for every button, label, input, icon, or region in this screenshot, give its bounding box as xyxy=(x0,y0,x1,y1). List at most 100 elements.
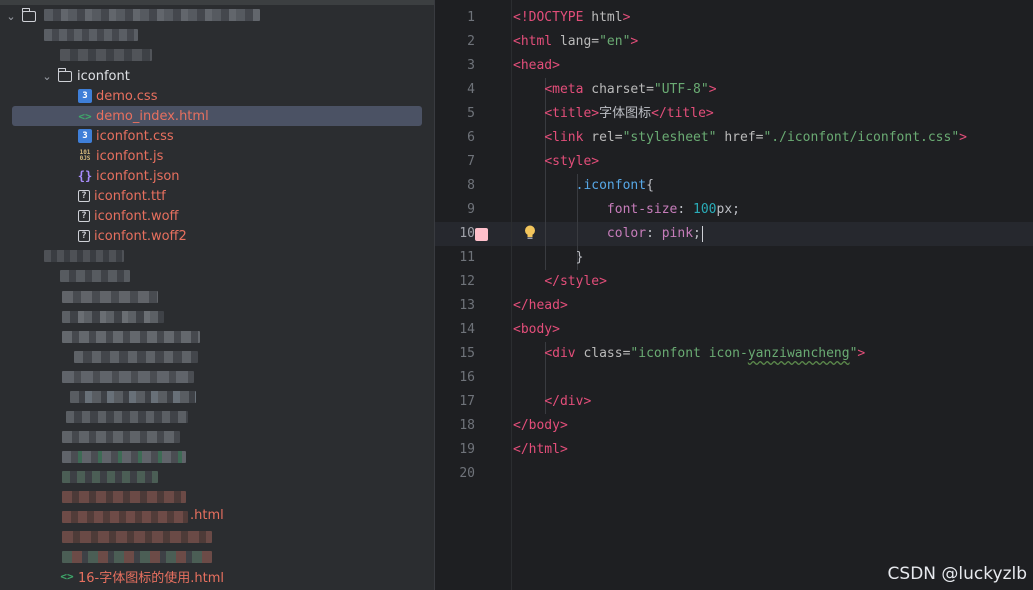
line-number: 3 xyxy=(467,58,475,73)
tree-file-5[interactable]: ? iconfont.ttf xyxy=(78,186,166,206)
folder-icon xyxy=(22,7,36,22)
code-line-8: .iconfont{ xyxy=(575,178,654,193)
unknown-file-icon: ? xyxy=(78,190,90,202)
file-label: iconfont.json xyxy=(96,168,180,184)
code-line-10: color: pink; xyxy=(513,222,967,246)
tree-file-1[interactable]: <> demo_index.html xyxy=(12,106,422,126)
code-line-12: </style> xyxy=(544,274,607,289)
code-line-9: font-size: 100px; xyxy=(606,202,740,217)
line-number: 10 xyxy=(459,226,475,241)
unknown-file-icon: ? xyxy=(78,230,90,242)
code-line-13: </head> xyxy=(513,298,568,313)
file-label: iconfont.woff xyxy=(94,208,179,224)
line-number: 20 xyxy=(459,466,475,481)
file-label: iconfont.js xyxy=(96,148,164,164)
blurred-text xyxy=(62,311,164,323)
line-number: 8 xyxy=(467,178,475,193)
folder-label: iconfont xyxy=(77,68,130,84)
code-line-17: </div> xyxy=(544,394,592,409)
line-number: 5 xyxy=(467,106,475,121)
watermark: CSDN @luckyzlb xyxy=(887,564,1027,584)
blurred-text xyxy=(74,351,198,363)
blurred-text xyxy=(62,371,194,383)
line-number: 1 xyxy=(467,10,475,25)
html-file-icon: <> xyxy=(78,109,92,123)
code-line-14: <body> xyxy=(513,322,560,337)
tree-file-16[interactable]: <> 16-字体图标的使用.html xyxy=(60,566,224,586)
project-tree[interactable]: ⌄ ⌄ iconfont 3 demo.css <> demo_index.html 3… xyxy=(0,0,435,590)
code-line-6: <link rel="stylesheet" href="./iconfont/… xyxy=(544,130,967,145)
line-number: 14 xyxy=(459,322,475,337)
unknown-file-icon: ? xyxy=(78,210,90,222)
js-file-icon: 101 0JS xyxy=(79,149,91,162)
blurred-text xyxy=(66,411,188,423)
code-line-1: <!DOCTYPE html> xyxy=(513,10,631,25)
file-label: iconfont.css xyxy=(96,128,174,144)
blurred-text xyxy=(62,291,158,303)
file-label: 16-字体图标的使用.html xyxy=(78,570,224,586)
code-line-11: } xyxy=(575,250,584,265)
tree-file-2[interactable]: 3 iconfont.css xyxy=(78,126,174,146)
blurred-text xyxy=(62,551,212,563)
blurred-text xyxy=(62,471,158,483)
tree-file-7[interactable]: ? iconfont.woff2 xyxy=(78,226,187,246)
line-number: 6 xyxy=(467,130,475,145)
code-editor[interactable]: 1 2 3 4 5 6 7 8 9 10 11 12 13 14 15 16 17 18 19 20 <!DOCTYP… xyxy=(435,0,1033,590)
text-caret xyxy=(701,225,704,242)
blurred-text xyxy=(62,491,186,503)
line-number: 9 xyxy=(467,202,475,217)
line-number: 17 xyxy=(459,394,475,409)
folder-icon xyxy=(58,67,72,82)
tree-root-row[interactable]: ⌄ xyxy=(4,6,41,26)
blurred-text xyxy=(62,431,180,443)
line-number: 15 xyxy=(459,346,475,361)
blurred-text xyxy=(44,29,138,41)
blurred-text xyxy=(62,511,188,523)
code-line-7: <style> xyxy=(544,154,600,169)
line-number: 4 xyxy=(467,82,475,97)
chevron-down-icon[interactable]: ⌄ xyxy=(4,9,18,23)
tree-folder-iconfont[interactable]: ⌄ iconfont xyxy=(40,66,130,86)
json-file-icon: {} xyxy=(77,169,93,183)
ide-window: ⌄ ⌄ iconfont 3 demo.css <> demo_index.html 3… xyxy=(0,0,1033,590)
partial-filename-suffix: .html xyxy=(190,508,224,523)
line-number: 7 xyxy=(467,154,475,169)
line-number: 18 xyxy=(459,418,475,433)
tree-file-0[interactable]: 3 demo.css xyxy=(78,86,157,106)
tree-file-6[interactable]: ? iconfont.woff xyxy=(78,206,179,226)
code-line-19: </html> xyxy=(513,442,568,457)
code-line-18: </body> xyxy=(513,418,568,433)
line-number: 12 xyxy=(459,274,475,289)
blurred-text xyxy=(62,531,212,543)
blurred-text xyxy=(60,270,130,282)
file-label: demo_index.html xyxy=(96,108,209,124)
code-line-2: <html lang="en"> xyxy=(513,34,639,49)
line-number: 2 xyxy=(467,34,475,49)
blurred-text xyxy=(62,331,200,343)
line-number: 11 xyxy=(459,250,475,265)
file-label: demo.css xyxy=(96,88,158,104)
tree-file-4[interactable]: {} iconfont.json xyxy=(78,166,180,186)
line-number: 13 xyxy=(459,298,475,313)
tree-file-3[interactable]: 101 0JS iconfont.js xyxy=(78,146,164,166)
file-label: iconfont.ttf xyxy=(94,188,166,204)
color-swatch[interactable] xyxy=(475,228,488,241)
blurred-text xyxy=(62,451,186,463)
blurred-text xyxy=(70,391,196,403)
blurred-text xyxy=(60,49,152,61)
file-label: iconfont.woff2 xyxy=(94,228,187,244)
code-line-5: <title>字体图标</title> xyxy=(544,106,714,121)
html-file-icon: <> xyxy=(60,569,74,583)
code-line-3: <head> xyxy=(513,58,560,73)
code-lines[interactable]: <!DOCTYPE html> <html lang="en"> <head> … xyxy=(513,6,967,486)
blurred-text xyxy=(44,250,124,262)
css-file-icon: 3 xyxy=(78,129,92,143)
css-file-icon: 3 xyxy=(78,89,92,103)
line-number: 19 xyxy=(459,442,475,457)
chevron-down-icon[interactable]: ⌄ xyxy=(40,69,54,83)
blurred-text xyxy=(44,9,260,21)
line-number: 16 xyxy=(459,370,475,385)
code-line-15: <div class="iconfont icon-yanziwancheng"… xyxy=(544,346,866,361)
